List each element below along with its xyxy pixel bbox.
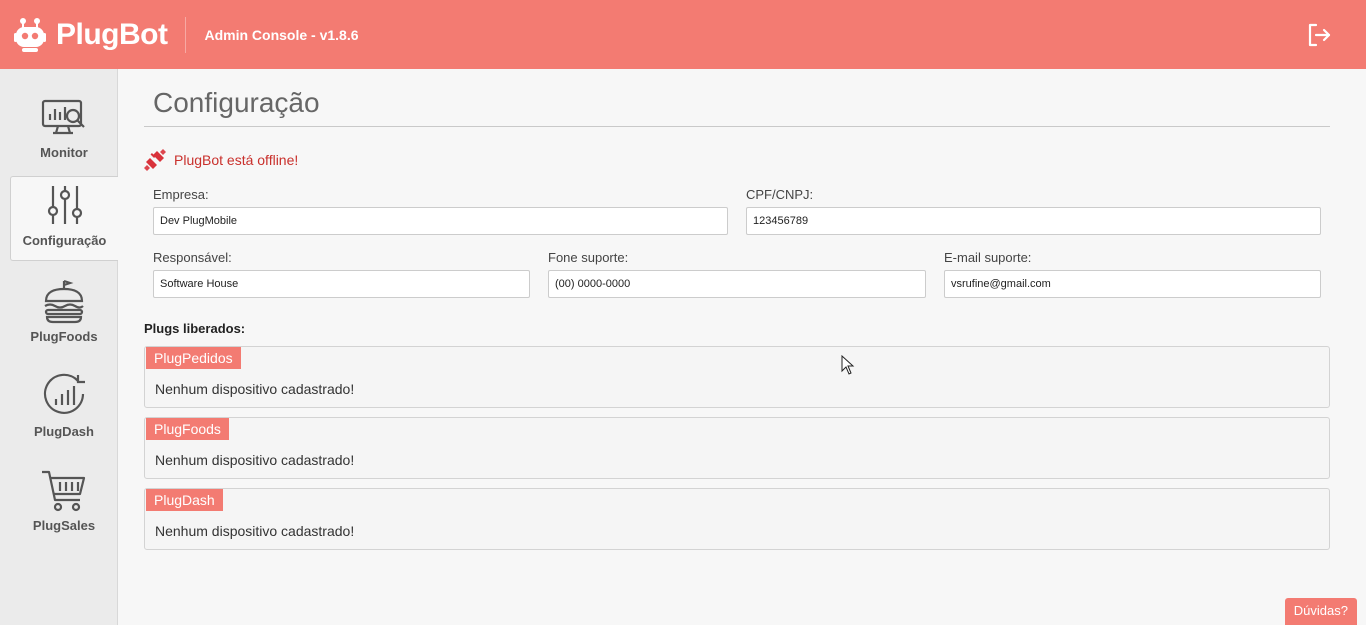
bar-chart-circle-icon (43, 373, 85, 414)
responsavel-field: Responsável: (153, 250, 530, 298)
title-divider (144, 126, 1330, 127)
cart-icon (42, 470, 86, 512)
monitor-chart-icon (41, 99, 85, 135)
plug-message: Nenhum dispositivo cadastrado! (155, 381, 355, 397)
field-label: Fone suporte: (548, 250, 629, 265)
mouse-cursor-icon (841, 355, 855, 375)
sidebar-item-label: PlugFoods (30, 329, 98, 344)
logout-icon[interactable] (1306, 22, 1332, 48)
empresa-input[interactable] (153, 207, 728, 235)
console-title: Admin Console - v1.8.6 (204, 26, 359, 43)
brand-name: PlugBot (56, 17, 168, 51)
plug-panel-plugfoods: PlugFoods Nenhum dispositivo cadastrado! (144, 417, 1330, 479)
status-offline: PlugBot está offline! (144, 149, 298, 171)
sidebar-item-plugfoods[interactable]: PlugFoods (10, 271, 118, 356)
plugs-title: Plugs liberados: (144, 321, 246, 336)
sidebar-item-label: Configuração (22, 233, 107, 248)
plug-panel-plugpedidos: PlugPedidos Nenhum dispositivo cadastrad… (144, 346, 1330, 408)
fone-suporte-field: Fone suporte: (548, 250, 926, 298)
sidebar-item-monitor[interactable]: Monitor (10, 87, 118, 172)
help-button[interactable]: Dúvidas? (1284, 598, 1357, 625)
header-divider (185, 16, 187, 53)
field-label: Empresa: (153, 187, 209, 202)
sliders-icon (47, 186, 82, 224)
empresa-field: Empresa: (153, 187, 728, 235)
plug-panel-plugdash: PlugDash Nenhum dispositivo cadastrado! (144, 488, 1330, 550)
email-suporte-input[interactable] (944, 270, 1321, 298)
plug-message: Nenhum dispositivo cadastrado! (155, 452, 355, 468)
sidebar: Monitor Configuração PlugFoods PlugDash (0, 69, 118, 625)
top-bar: PlugBot Admin Console - v1.8.6 (0, 0, 1366, 69)
field-label: E-mail suporte: (944, 250, 1032, 265)
cpf-cnpj-input[interactable] (746, 207, 1321, 235)
plug-tag: PlugPedidos (146, 347, 241, 369)
fone-suporte-input[interactable] (548, 270, 926, 298)
plug-tag: PlugFoods (146, 418, 229, 440)
sidebar-item-plugsales[interactable]: PlugSales (10, 460, 118, 545)
sidebar-item-plugdash[interactable]: PlugDash (10, 366, 118, 451)
status-text: PlugBot está offline! (174, 152, 299, 168)
plug-message: Nenhum dispositivo cadastrado! (155, 523, 355, 539)
sidebar-item-label: PlugSales (32, 518, 96, 533)
page-title: Configuração (153, 87, 320, 118)
field-label: CPF/CNPJ: (746, 187, 814, 202)
responsavel-input[interactable] (153, 270, 530, 298)
field-label: Responsável: (153, 250, 232, 265)
cpf-cnpj-field: CPF/CNPJ: (746, 187, 1321, 235)
plug-tag: PlugDash (146, 489, 223, 511)
burger-icon (44, 279, 84, 324)
brand[interactable]: PlugBot (0, 0, 168, 69)
sidebar-item-label: PlugDash (34, 424, 94, 439)
sidebar-item-label: Monitor (40, 145, 88, 160)
disconnected-plug-icon (144, 149, 166, 171)
email-suporte-field: E-mail suporte: (944, 250, 1321, 298)
sidebar-item-configuracao[interactable]: Configuração (10, 176, 118, 261)
robot-icon (14, 17, 46, 52)
